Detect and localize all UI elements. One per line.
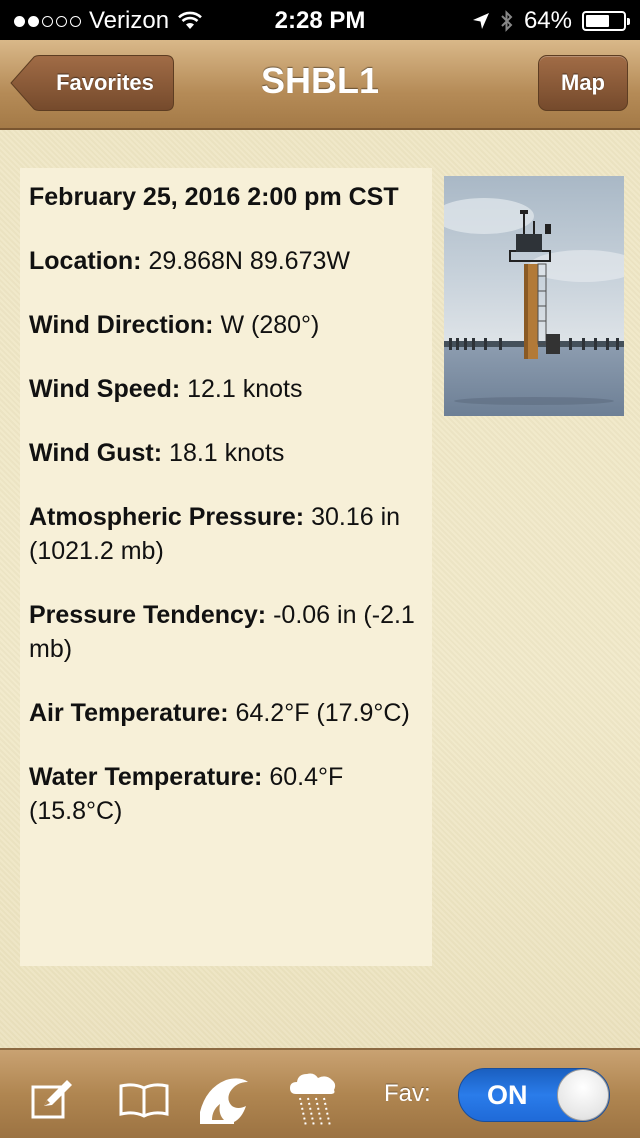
field-value: W (280°): [220, 311, 320, 339]
field-label: Air Temperature:: [29, 699, 229, 727]
station-photo[interactable]: [444, 176, 624, 416]
location-arrow-icon: [472, 13, 489, 29]
field-wind-direction: Wind Direction: W (280°): [29, 308, 422, 342]
book-icon[interactable]: [118, 1082, 170, 1120]
field-wind-speed: Wind Speed: 12.1 knots: [29, 372, 422, 406]
field-location: Location: 29.868N 89.673W: [29, 244, 422, 278]
field-label: Wind Gust:: [29, 439, 163, 467]
status-bar: Verizon 2:28 PM 64%: [0, 0, 640, 40]
field-value: 29.868N 89.673W: [148, 247, 350, 275]
field-air-temperature: Air Temperature: 64.2°F (17.9°C): [29, 696, 422, 730]
field-value: 64.2°F (17.9°C): [235, 699, 410, 727]
wave-icon[interactable]: [198, 1070, 250, 1126]
field-value: 12.1 knots: [187, 375, 303, 403]
field-pressure-tendency: Pressure Tendency: -0.06 in (-2.1 mb): [29, 598, 422, 666]
compose-icon[interactable]: [30, 1078, 74, 1122]
navigation-bar: Favorites SHBL1 Map: [0, 40, 640, 130]
battery-icon: [582, 11, 630, 31]
rain-cloud-icon[interactable]: [288, 1070, 338, 1130]
toggle-knob: [557, 1069, 609, 1121]
field-label: Location:: [29, 247, 142, 275]
field-value: 18.1 knots: [169, 439, 285, 467]
status-right: 64%: [472, 7, 630, 35]
field-water-temperature: Water Temperature: 60.4°F (15.8°C): [29, 760, 422, 828]
toggle-state-label: ON: [487, 1080, 528, 1110]
field-atmospheric-pressure: Atmospheric Pressure: 30.16 in (1021.2 m…: [29, 500, 422, 568]
favorite-toggle[interactable]: ON: [458, 1068, 610, 1122]
map-button[interactable]: Map: [538, 55, 628, 111]
bottom-toolbar: Fav: ON: [0, 1048, 640, 1138]
field-label: Wind Speed:: [29, 375, 181, 403]
content-area: February 25, 2016 2:00 pm CST Location: …: [0, 130, 640, 1048]
station-photo-image: [444, 176, 624, 416]
battery-fill: [586, 15, 609, 27]
field-label: Water Temperature:: [29, 763, 263, 791]
field-label: Atmospheric Pressure:: [29, 503, 305, 531]
field-label: Pressure Tendency:: [29, 601, 267, 629]
observation-date: February 25, 2016 2:00 pm CST: [29, 183, 399, 211]
bluetooth-icon: [501, 10, 513, 32]
observation-panel: February 25, 2016 2:00 pm CST Location: …: [20, 168, 432, 966]
field-wind-gust: Wind Gust: 18.1 knots: [29, 436, 422, 470]
fav-label: Fav:: [384, 1080, 431, 1107]
field-label: Wind Direction:: [29, 311, 214, 339]
battery-percent: 64%: [523, 7, 572, 34]
